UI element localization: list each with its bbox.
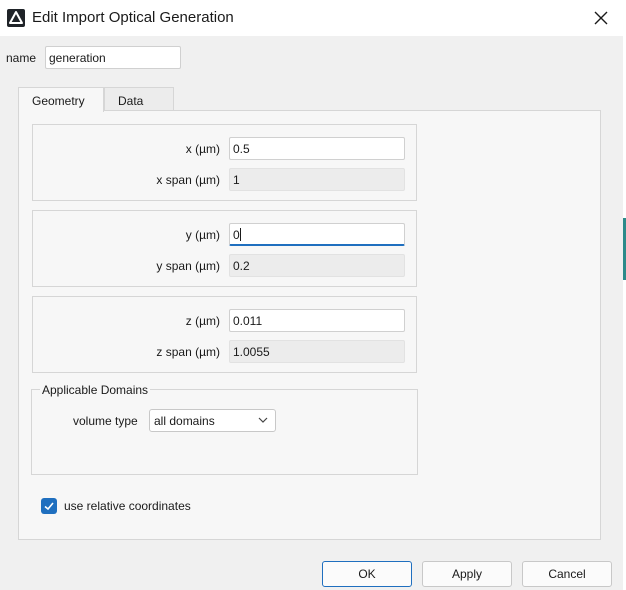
checkmark-icon [44,502,54,511]
chevron-down-icon [258,417,268,423]
name-label: name [6,51,37,65]
geometry-panel: x (µm) 0.5 x span (µm) 1 y (µm) 0 y span… [18,110,601,540]
y-input-value: 0 [233,228,240,242]
applicable-domains-group [31,389,418,475]
z-input[interactable]: 0.011 [229,309,405,332]
z-group: z (µm) 0.011 z span (µm) 1.0055 [32,296,417,373]
tab-geometry[interactable]: Geometry [18,87,104,112]
ok-button[interactable]: OK [322,561,412,587]
applicable-domains-legend: Applicable Domains [40,383,151,397]
y-span-label: y span (µm) [156,259,220,273]
x-label: x (µm) [185,142,220,156]
x-span-label: x span (µm) [156,173,220,187]
y-input[interactable]: 0 [229,223,405,246]
name-input[interactable]: generation [45,46,181,69]
close-button[interactable] [590,7,612,29]
text-caret [239,228,241,241]
triangle-logo-icon [7,9,25,27]
y-label: y (µm) [185,228,220,242]
x-span-input[interactable]: 1 [229,168,405,191]
y-span-input[interactable]: 0.2 [229,254,405,277]
tab-data[interactable]: Data [104,87,174,112]
volume-type-label: volume type [73,414,138,428]
use-relative-coordinates-checkbox[interactable] [41,498,57,514]
apply-button[interactable]: Apply [422,561,512,587]
window-title: Edit Import Optical Generation [32,9,234,26]
z-label: z (µm) [185,314,220,328]
use-relative-coordinates-label: use relative coordinates [64,499,191,513]
cancel-button[interactable]: Cancel [522,561,612,587]
z-span-input[interactable]: 1.0055 [229,340,405,363]
title-bar: Edit Import Optical Generation [0,0,626,36]
volume-type-value: all domains [154,414,215,428]
volume-type-select[interactable]: all domains [149,409,276,432]
z-span-label: z span (µm) [156,345,220,359]
close-icon [594,11,608,25]
y-group: y (µm) 0 y span (µm) 0.2 [32,210,417,287]
x-group: x (µm) 0.5 x span (µm) 1 [32,124,417,201]
x-input[interactable]: 0.5 [229,137,405,160]
